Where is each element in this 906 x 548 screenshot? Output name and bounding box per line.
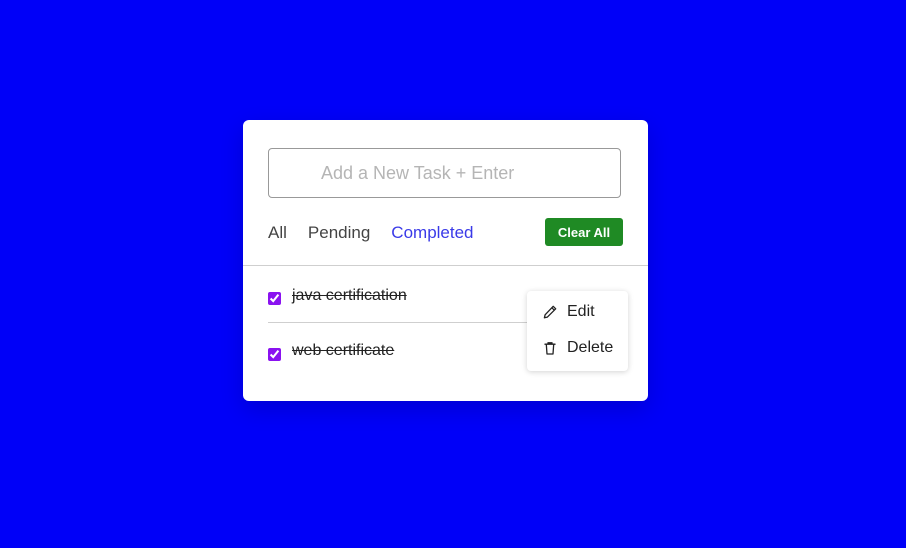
delete-label: Delete <box>567 339 614 356</box>
todo-card: All Pending Completed Clear All java cer… <box>243 120 648 401</box>
task-checkbox[interactable] <box>268 292 281 305</box>
task-context-menu: Edit Delete <box>527 291 628 371</box>
trash-icon <box>544 342 556 355</box>
task-label[interactable]: java certification <box>292 287 407 305</box>
edit-menu-item[interactable]: Edit <box>542 302 595 322</box>
task-label[interactable]: web certificate <box>292 342 394 360</box>
clear-all-button[interactable]: Clear All <box>545 218 623 246</box>
filter-tabs: All Pending Completed <box>268 222 495 244</box>
new-task-input[interactable] <box>268 148 621 198</box>
task-checkbox[interactable] <box>268 348 281 361</box>
delete-menu-item[interactable]: Delete <box>542 338 613 358</box>
filter-all[interactable]: All <box>268 223 287 243</box>
filter-completed[interactable]: Completed <box>391 223 473 243</box>
pencil-icon <box>543 305 557 319</box>
filter-pending[interactable]: Pending <box>308 223 370 243</box>
edit-label: Edit <box>567 303 595 320</box>
